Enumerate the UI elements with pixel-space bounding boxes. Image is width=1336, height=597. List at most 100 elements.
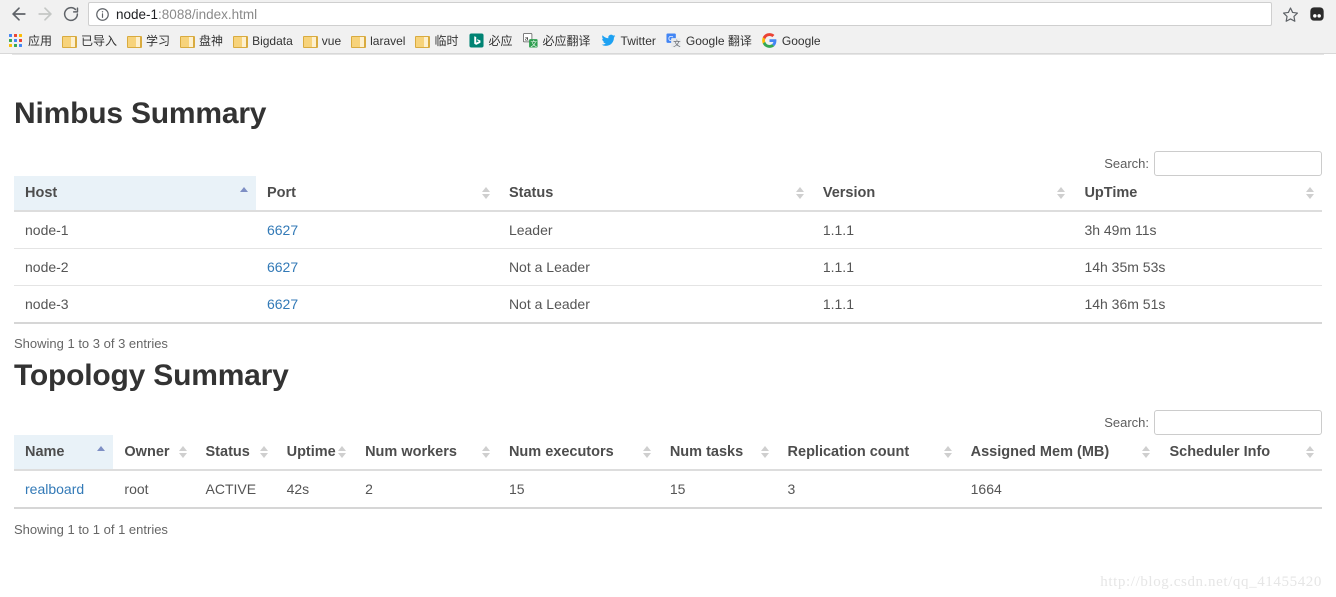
cell-status: Not a Leader: [497, 285, 812, 323]
cell-status: Not a Leader: [497, 248, 812, 286]
nimbus-summary-table: Host Port Status Version UpTime node-1 6…: [14, 176, 1322, 324]
topology-table-header-row: Name Owner Status Uptime Num workers Num…: [14, 435, 1322, 471]
bookmark-folder-imported[interactable]: 已导入: [59, 31, 123, 51]
topology-col-name[interactable]: Name: [14, 435, 114, 471]
topology-col-num-tasks[interactable]: Num tasks: [658, 435, 777, 471]
sort-both-icon: [760, 445, 770, 459]
topology-col-owner[interactable]: Owner: [113, 435, 195, 471]
nimbus-col-status[interactable]: Status: [497, 176, 812, 212]
topology-name-link[interactable]: realboard: [25, 481, 84, 497]
cell-uptime: 14h 36m 51s: [1073, 285, 1322, 323]
topology-col-num-executors[interactable]: Num executors: [497, 435, 659, 471]
bookmark-label: laravel: [370, 33, 406, 48]
sort-both-icon: [481, 445, 491, 459]
bookmark-label: 必应: [488, 33, 513, 48]
topology-summary-title: Topology Summary: [14, 359, 289, 392]
cell-num-workers: 2: [365, 481, 373, 497]
column-label: Owner: [124, 444, 170, 460]
cell-host: node-3: [14, 285, 256, 323]
svg-text:a: a: [524, 36, 528, 43]
topology-col-status[interactable]: Status: [194, 435, 276, 471]
sort-ascending-icon: [239, 186, 249, 200]
sort-both-icon: [481, 186, 491, 200]
port-link[interactable]: 6627: [267, 296, 298, 312]
forward-button[interactable]: [32, 1, 58, 27]
bookmark-label: 必应翻译: [542, 33, 591, 48]
port-link[interactable]: 6627: [267, 259, 298, 275]
bookmark-bing[interactable]: 必应: [466, 31, 519, 51]
star-icon: [1282, 6, 1298, 22]
nimbus-col-port[interactable]: Port: [255, 176, 498, 212]
topology-search-input[interactable]: [1154, 410, 1322, 435]
sort-both-icon: [1142, 445, 1151, 459]
extension-button[interactable]: [1304, 1, 1330, 27]
nimbus-col-uptime[interactable]: UpTime: [1073, 176, 1322, 212]
topology-col-scheduler-info[interactable]: Scheduler Info: [1158, 435, 1322, 471]
sort-both-icon: [795, 186, 805, 200]
cell-num-tasks: 15: [669, 481, 686, 497]
url-text: node-1:8088/index.html: [116, 7, 257, 22]
cell-port: 6627: [255, 285, 498, 323]
topology-col-num-workers[interactable]: Num workers: [354, 435, 498, 471]
site-info-icon[interactable]: [95, 7, 110, 22]
bookmark-label: Bigdata: [252, 33, 293, 48]
cell-port: 6627: [256, 211, 498, 249]
cell-owner: root: [124, 481, 149, 497]
bookmark-bing-translate[interactable]: a 文 必应翻译: [520, 31, 597, 51]
bookmark-folder-laravel[interactable]: laravel: [348, 31, 411, 51]
back-button[interactable]: [6, 1, 32, 27]
cell-assigned-mem: 1664: [970, 481, 1002, 497]
column-label: Num tasks: [669, 444, 744, 460]
google-icon: [762, 33, 777, 48]
table-row: node-1 6627 Leader 1.1.1 3h 49m 11s: [14, 211, 1322, 249]
sort-both-icon: [1306, 445, 1315, 459]
column-label: Version: [822, 185, 876, 201]
column-label: Name: [25, 444, 65, 460]
bookmark-label: Google 翻译: [685, 33, 752, 48]
sort-both-icon: [642, 445, 652, 459]
bookmark-folder-vue[interactable]: vue: [300, 31, 347, 51]
bookmark-folder-panshen[interactable]: 盘神: [177, 31, 229, 51]
bookmark-label: Twitter: [620, 33, 656, 48]
sort-both-icon: [943, 445, 953, 459]
cell-port: 6627: [255, 248, 498, 286]
bing-icon: [468, 33, 484, 48]
nimbus-col-host[interactable]: Host: [14, 176, 256, 212]
column-label: Port: [266, 185, 296, 201]
bookmark-apps[interactable]: 应用: [6, 31, 58, 51]
page-content: Nimbus Summary Search: Host Port Status: [0, 54, 1336, 597]
topology-col-replication-count[interactable]: Replication count: [776, 435, 960, 471]
port-link[interactable]: 6627: [267, 222, 298, 238]
folder-icon: [415, 35, 431, 48]
table-row: node-3 6627 Not a Leader 1.1.1 14h 36m 5…: [14, 285, 1322, 323]
sort-both-icon: [1306, 186, 1315, 200]
bookmark-folder-bigdata[interactable]: Bigdata: [230, 31, 299, 51]
cell-version: 1.1.1: [811, 248, 1074, 286]
bookmark-label: 盘神: [199, 33, 224, 48]
bookmark-folder-study[interactable]: 学习: [124, 31, 176, 51]
bookmark-twitter[interactable]: Twitter: [598, 31, 662, 51]
cell-scheduler-info: [1158, 470, 1322, 508]
cell-version: 1.1.1: [822, 222, 854, 238]
bookmark-google-translate[interactable]: G 文 Google 翻译: [663, 31, 758, 51]
bookmark-star-button[interactable]: [1278, 2, 1302, 26]
cell-uptime: 42s: [286, 481, 310, 497]
address-bar[interactable]: node-1:8088/index.html: [88, 2, 1272, 26]
bookmark-folder-temp[interactable]: 临时: [412, 31, 464, 51]
cell-uptime: 3h 49m 11s: [1084, 222, 1157, 238]
bookmark-google[interactable]: Google: [759, 31, 827, 51]
cell-host: node-2: [14, 248, 256, 286]
column-label: Status: [508, 185, 554, 201]
svg-text:文: 文: [530, 39, 537, 48]
table-row: node-2 6627 Not a Leader 1.1.1 14h 35m 5…: [14, 248, 1322, 286]
forward-arrow-icon: [38, 7, 52, 21]
cell-version: 1.1.1: [811, 285, 1074, 323]
folder-icon: [302, 35, 318, 48]
column-label: Scheduler Info: [1169, 444, 1271, 460]
topology-col-uptime[interactable]: Uptime: [275, 435, 355, 471]
nimbus-search-input[interactable]: [1154, 151, 1322, 176]
browser-chrome: node-1:8088/index.html 应用 已导入 学习 盘神 Bigd…: [0, 0, 1336, 54]
nimbus-col-version[interactable]: Version: [811, 176, 1074, 212]
topology-col-assigned-mem[interactable]: Assigned Mem (MB): [959, 435, 1159, 471]
reload-button[interactable]: [58, 1, 84, 27]
